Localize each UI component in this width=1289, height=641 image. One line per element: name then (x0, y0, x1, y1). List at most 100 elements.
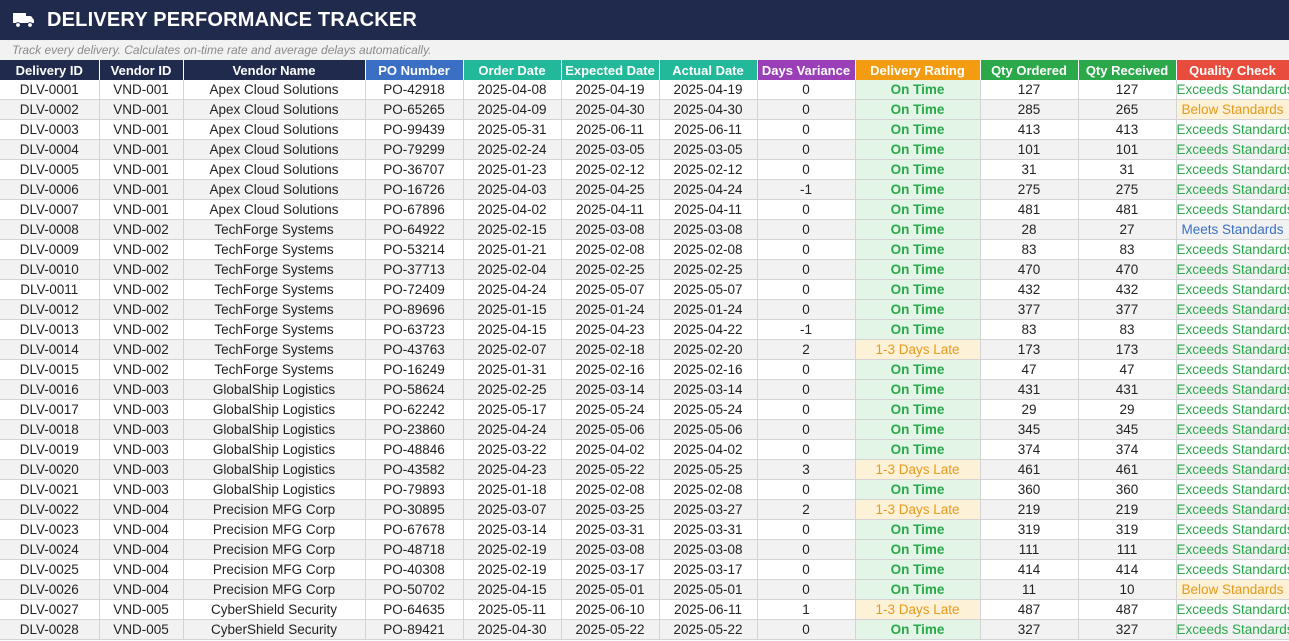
table-row[interactable]: DLV-0015 VND-002 TechForge Systems PO-16249… (0, 359, 1289, 380)
cell-delivery-id[interactable]: DLV-0023 (0, 519, 100, 540)
cell-order-date[interactable]: 2025-01-21 (463, 239, 562, 260)
cell-actual-date[interactable]: 2025-04-19 (659, 80, 758, 100)
cell-quality-check[interactable]: Below Standards (1176, 99, 1289, 120)
cell-qty-received[interactable]: 319 (1078, 519, 1177, 540)
table-row[interactable]: DLV-0021 VND-003 GlobalShip Logistics PO-79… (0, 479, 1289, 500)
cell-expected-date[interactable]: 2025-03-25 (561, 499, 660, 520)
cell-actual-date[interactable]: 2025-02-12 (659, 159, 758, 180)
cell-days-variance[interactable]: 0 (757, 559, 856, 580)
cell-vendor-name[interactable]: Apex Cloud Solutions (183, 199, 366, 220)
cell-days-variance[interactable]: 0 (757, 519, 856, 540)
cell-qty-ordered[interactable]: 414 (980, 559, 1079, 580)
table-row[interactable]: DLV-0012 VND-002 TechForge Systems PO-89696… (0, 299, 1289, 320)
cell-qty-ordered[interactable]: 470 (980, 259, 1079, 280)
cell-vendor-id[interactable]: VND-001 (99, 139, 184, 160)
cell-actual-date[interactable]: 2025-02-08 (659, 479, 758, 500)
cell-days-variance[interactable]: 0 (757, 539, 856, 560)
cell-qty-received[interactable]: 461 (1078, 459, 1177, 480)
cell-order-date[interactable]: 2025-04-02 (463, 199, 562, 220)
cell-delivery-rating[interactable]: On Time (855, 579, 981, 600)
cell-actual-date[interactable]: 2025-05-24 (659, 399, 758, 420)
cell-actual-date[interactable]: 2025-02-08 (659, 239, 758, 260)
cell-vendor-id[interactable]: VND-004 (99, 579, 184, 600)
table-row[interactable]: DLV-0017 VND-003 GlobalShip Logistics PO-62… (0, 399, 1289, 420)
cell-vendor-id[interactable]: VND-001 (99, 119, 184, 140)
cell-delivery-rating[interactable]: On Time (855, 379, 981, 400)
column-header-qty-ordered[interactable]: Qty Ordered (980, 60, 1079, 80)
cell-days-variance[interactable]: 0 (757, 99, 856, 120)
cell-delivery-id[interactable]: DLV-0025 (0, 559, 100, 580)
cell-vendor-id[interactable]: VND-002 (99, 319, 184, 340)
cell-vendor-id[interactable]: VND-001 (99, 80, 184, 100)
column-header-delivery-id[interactable]: Delivery ID (0, 60, 100, 80)
cell-vendor-name[interactable]: TechForge Systems (183, 259, 366, 280)
cell-qty-ordered[interactable]: 83 (980, 319, 1079, 340)
cell-expected-date[interactable]: 2025-05-01 (561, 579, 660, 600)
cell-qty-received[interactable]: 345 (1078, 419, 1177, 440)
cell-po-number[interactable]: PO-64922 (365, 219, 464, 240)
cell-qty-ordered[interactable]: 481 (980, 199, 1079, 220)
cell-vendor-id[interactable]: VND-002 (99, 339, 184, 360)
cell-qty-ordered[interactable]: 285 (980, 99, 1079, 120)
cell-po-number[interactable]: PO-99439 (365, 119, 464, 140)
cell-qty-ordered[interactable]: 47 (980, 359, 1079, 380)
cell-delivery-id[interactable]: DLV-0010 (0, 259, 100, 280)
cell-order-date[interactable]: 2025-01-23 (463, 159, 562, 180)
column-header-actual-date[interactable]: Actual Date (659, 60, 758, 80)
column-header-qty-received[interactable]: Qty Received (1078, 60, 1177, 80)
cell-vendor-name[interactable]: Apex Cloud Solutions (183, 159, 366, 180)
table-row[interactable]: DLV-0010 VND-002 TechForge Systems PO-37713… (0, 259, 1289, 280)
cell-delivery-rating[interactable]: On Time (855, 99, 981, 120)
cell-days-variance[interactable]: 0 (757, 419, 856, 440)
table-row[interactable]: DLV-0016 VND-003 GlobalShip Logistics PO-58… (0, 379, 1289, 400)
cell-order-date[interactable]: 2025-04-24 (463, 279, 562, 300)
cell-delivery-rating[interactable]: On Time (855, 279, 981, 300)
cell-days-variance[interactable]: 0 (757, 239, 856, 260)
cell-expected-date[interactable]: 2025-02-16 (561, 359, 660, 380)
cell-delivery-id[interactable]: DLV-0012 (0, 299, 100, 320)
cell-vendor-id[interactable]: VND-004 (99, 539, 184, 560)
cell-quality-check[interactable]: Exceeds Standards (1176, 459, 1289, 480)
cell-days-variance[interactable]: 0 (757, 119, 856, 140)
cell-quality-check[interactable]: Exceeds Standards (1176, 479, 1289, 500)
table-row[interactable]: DLV-0006 VND-001 Apex Cloud Solutions PO-16… (0, 179, 1289, 200)
cell-delivery-id[interactable]: DLV-0015 (0, 359, 100, 380)
cell-expected-date[interactable]: 2025-03-14 (561, 379, 660, 400)
cell-days-variance[interactable]: 0 (757, 439, 856, 460)
cell-qty-ordered[interactable]: 360 (980, 479, 1079, 500)
cell-expected-date[interactable]: 2025-06-11 (561, 119, 660, 140)
cell-delivery-id[interactable]: DLV-0020 (0, 459, 100, 480)
column-header-po-number[interactable]: PO Number (365, 60, 464, 80)
cell-order-date[interactable]: 2025-04-24 (463, 419, 562, 440)
cell-qty-received[interactable]: 374 (1078, 439, 1177, 460)
cell-actual-date[interactable]: 2025-04-11 (659, 199, 758, 220)
cell-qty-received[interactable]: 101 (1078, 139, 1177, 160)
column-header-vendor-name[interactable]: Vendor Name (183, 60, 366, 80)
table-row[interactable]: DLV-0027 VND-005 CyberShield Security PO-64… (0, 599, 1289, 620)
cell-qty-received[interactable]: 432 (1078, 279, 1177, 300)
cell-vendor-id[interactable]: VND-002 (99, 239, 184, 260)
cell-qty-received[interactable]: 27 (1078, 219, 1177, 240)
column-header-vendor-id[interactable]: Vendor ID (99, 60, 184, 80)
cell-vendor-id[interactable]: VND-001 (99, 159, 184, 180)
cell-days-variance[interactable]: -1 (757, 179, 856, 200)
cell-days-variance[interactable]: 0 (757, 199, 856, 220)
cell-expected-date[interactable]: 2025-04-02 (561, 439, 660, 460)
cell-qty-ordered[interactable]: 374 (980, 439, 1079, 460)
cell-vendor-id[interactable]: VND-001 (99, 179, 184, 200)
cell-qty-ordered[interactable]: 377 (980, 299, 1079, 320)
cell-vendor-name[interactable]: Apex Cloud Solutions (183, 139, 366, 160)
table-row[interactable]: DLV-0004 VND-001 Apex Cloud Solutions PO-79… (0, 139, 1289, 160)
cell-order-date[interactable]: 2025-04-09 (463, 99, 562, 120)
cell-delivery-rating[interactable]: On Time (855, 179, 981, 200)
cell-vendor-name[interactable]: TechForge Systems (183, 339, 366, 360)
cell-delivery-id[interactable]: DLV-0005 (0, 159, 100, 180)
cell-expected-date[interactable]: 2025-05-24 (561, 399, 660, 420)
cell-vendor-id[interactable]: VND-004 (99, 499, 184, 520)
cell-actual-date[interactable]: 2025-05-01 (659, 579, 758, 600)
cell-vendor-id[interactable]: VND-004 (99, 559, 184, 580)
cell-po-number[interactable]: PO-42918 (365, 80, 464, 100)
cell-order-date[interactable]: 2025-03-22 (463, 439, 562, 460)
cell-quality-check[interactable]: Exceeds Standards (1176, 199, 1289, 220)
cell-days-variance[interactable]: 0 (757, 479, 856, 500)
